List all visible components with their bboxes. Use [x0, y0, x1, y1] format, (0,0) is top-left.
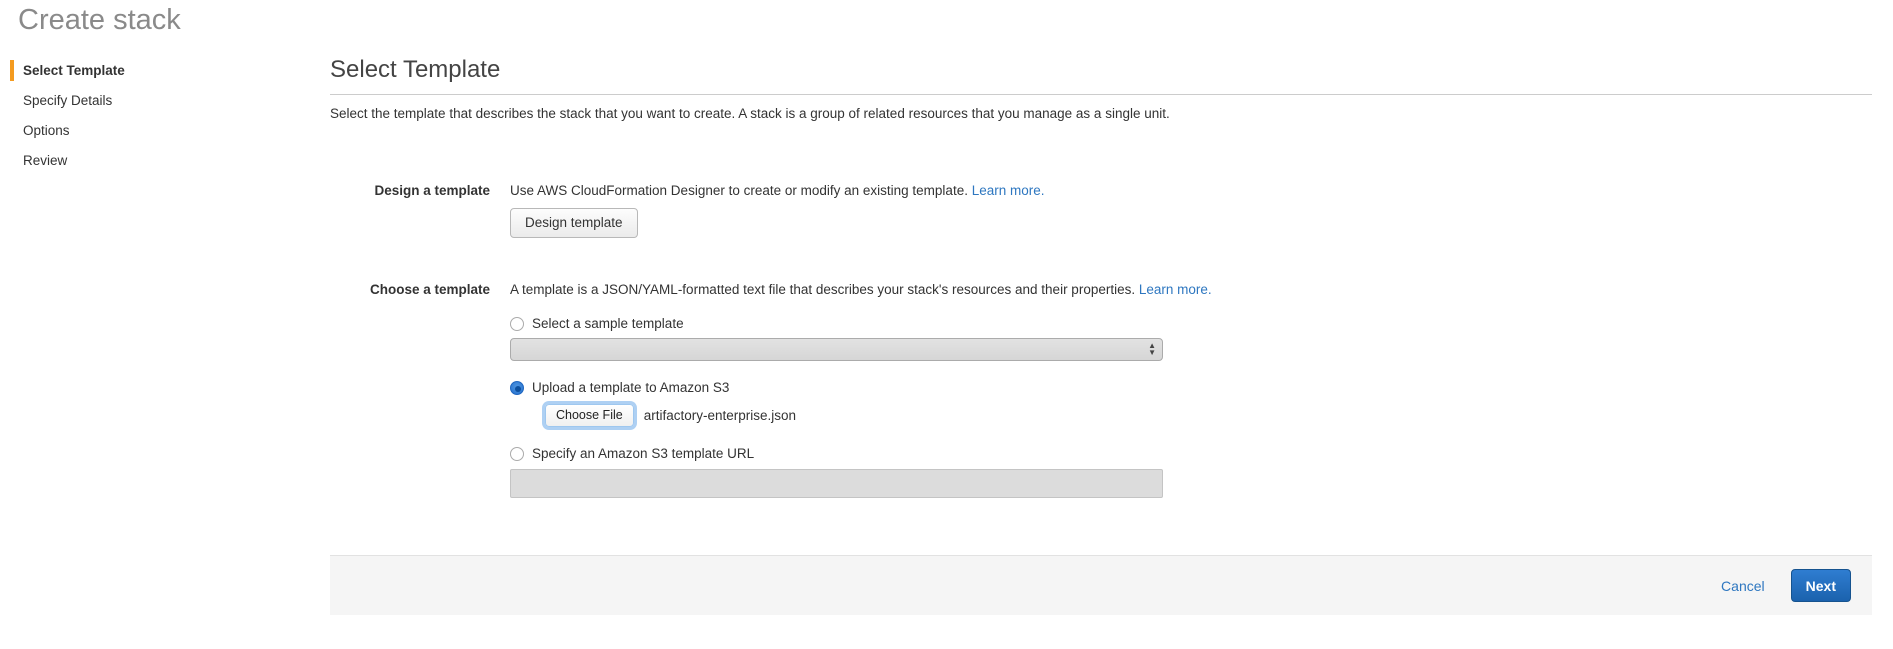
- file-upload-row: Choose File artifactory-enterprise.json: [545, 404, 1872, 427]
- design-template-content: Use AWS CloudFormation Designer to creat…: [510, 183, 1872, 238]
- s3-url-input[interactable]: [510, 469, 1163, 498]
- sidebar-item-label: Specify Details: [23, 93, 112, 108]
- radio-unselected-icon[interactable]: [510, 447, 524, 461]
- design-learn-more-link[interactable]: Learn more.: [972, 183, 1045, 198]
- main-panel: Select Template Select the template that…: [330, 46, 1893, 615]
- cancel-button[interactable]: Cancel: [1721, 578, 1765, 594]
- page-title: Create stack: [0, 0, 1893, 46]
- design-template-row: Design a template Use AWS CloudFormation…: [330, 183, 1872, 238]
- section-heading: Select Template: [330, 56, 1872, 84]
- section-description: Select the template that describes the s…: [330, 106, 1872, 121]
- sidebar-item-label: Select Template: [23, 63, 125, 78]
- select-stepper-icon: ▲▼: [1148, 343, 1156, 357]
- sidebar-item-label: Options: [23, 123, 70, 138]
- radio-unselected-icon[interactable]: [510, 317, 524, 331]
- radio-label: Specify an Amazon S3 template URL: [532, 446, 754, 461]
- sidebar-item-specify-details[interactable]: Specify Details: [10, 90, 330, 111]
- design-template-button[interactable]: Design template: [510, 208, 638, 238]
- sidebar-item-label: Review: [23, 153, 67, 168]
- radio-selected-icon[interactable]: [510, 381, 524, 395]
- sidebar-item-select-template[interactable]: Select Template: [10, 60, 330, 81]
- heading-divider: [330, 94, 1872, 95]
- radio-specify-url[interactable]: Specify an Amazon S3 template URL: [510, 446, 1872, 461]
- selected-file-name: artifactory-enterprise.json: [644, 408, 796, 423]
- choose-template-row: Choose a template A template is a JSON/Y…: [330, 282, 1872, 498]
- choose-learn-more-link[interactable]: Learn more.: [1139, 282, 1212, 297]
- choose-template-content: A template is a JSON/YAML-formatted text…: [510, 282, 1872, 498]
- wizard-footer: Cancel Next: [330, 555, 1872, 615]
- wizard-layout: Select Template Specify Details Options …: [0, 46, 1893, 615]
- next-button[interactable]: Next: [1791, 569, 1851, 602]
- sidebar-item-options[interactable]: Options: [10, 120, 330, 141]
- choose-file-button[interactable]: Choose File: [545, 404, 634, 427]
- wizard-steps-sidebar: Select Template Specify Details Options …: [0, 46, 330, 180]
- radio-upload-template[interactable]: Upload a template to Amazon S3: [510, 380, 1872, 395]
- radio-label: Select a sample template: [532, 316, 684, 331]
- radio-label: Upload a template to Amazon S3: [532, 380, 729, 395]
- design-template-label: Design a template: [330, 183, 510, 198]
- choose-template-text: A template is a JSON/YAML-formatted text…: [510, 282, 1135, 297]
- choose-template-label: Choose a template: [330, 282, 510, 297]
- sidebar-item-review[interactable]: Review: [10, 150, 330, 171]
- sample-template-select[interactable]: ▲▼: [510, 338, 1163, 361]
- radio-select-sample-template[interactable]: Select a sample template: [510, 316, 1872, 331]
- design-template-text: Use AWS CloudFormation Designer to creat…: [510, 183, 968, 198]
